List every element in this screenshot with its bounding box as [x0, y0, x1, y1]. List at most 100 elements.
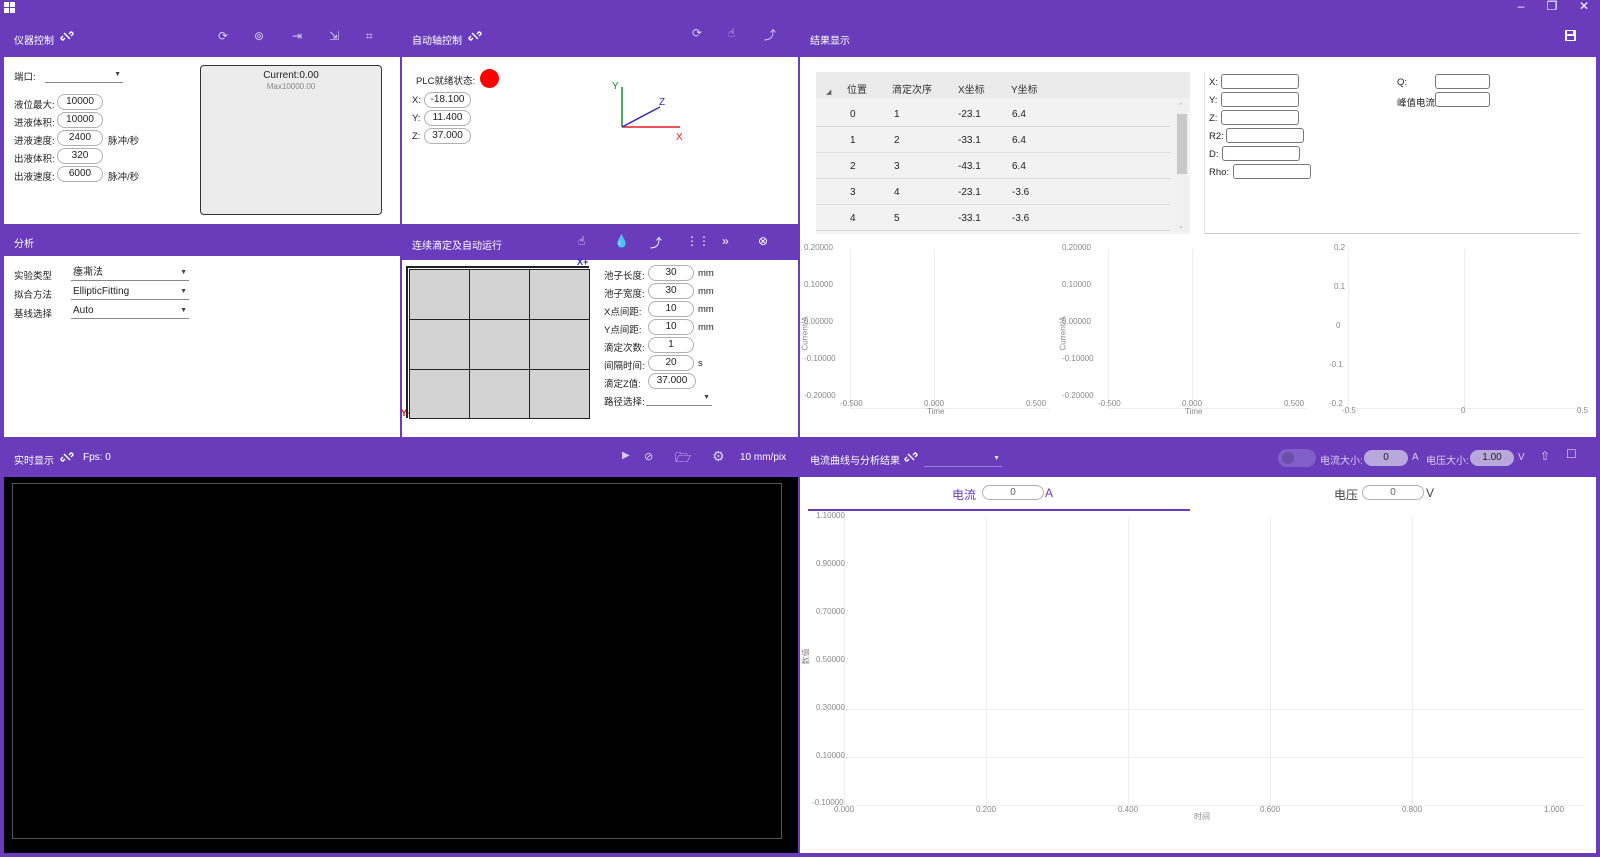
unlink-icon[interactable] — [60, 29, 74, 46]
home-icon[interactable]: ⟳ — [692, 26, 702, 40]
table-row[interactable]: 4 5 -33.1 -3.6 — [816, 205, 1171, 231]
column-header[interactable]: 滴定次序 — [892, 81, 932, 96]
x-spacing-input[interactable]: 10 — [648, 301, 694, 317]
camera-canvas[interactable] — [4, 477, 798, 853]
curve-select[interactable]: ▼ — [924, 451, 1002, 467]
column-header[interactable]: Y坐标 — [1011, 81, 1038, 96]
x-position-input[interactable]: -18.100 — [424, 92, 471, 108]
max-level-input[interactable]: 10000 — [57, 94, 103, 110]
app-grid-icon — [4, 2, 15, 13]
path-icon[interactable]: ⋮⋮ — [686, 234, 710, 248]
close-button[interactable]: ✕ — [1574, 0, 1594, 13]
unit-label: mm — [698, 268, 714, 279]
export-icon[interactable]: ⇲ — [329, 29, 339, 43]
checkbox-icon[interactable]: ☐ — [1566, 447, 1577, 461]
z-position-input[interactable]: 37.000 — [424, 128, 471, 144]
experiment-type-select[interactable]: 瘗凘法 ▼ — [71, 265, 189, 281]
current-level-text: Current:0.00 — [263, 70, 319, 81]
voltage-size-input[interactable]: 1.00 — [1470, 450, 1514, 466]
hand-icon[interactable]: ☝ — [728, 26, 735, 40]
play-icon[interactable]: ▶ — [622, 450, 630, 461]
table-row[interactable]: 1 2 -33.1 6.4 — [816, 127, 1171, 153]
y-spacing-input[interactable]: 10 — [648, 319, 694, 335]
inlet-volume-input[interactable]: 10000 — [57, 112, 103, 128]
result-x-field[interactable] — [1221, 74, 1299, 89]
plc-status-indicator — [480, 69, 499, 88]
pool-width-input[interactable]: 30 — [648, 283, 694, 299]
tab-current[interactable]: 电流 0 A — [808, 481, 1190, 511]
path-select[interactable]: ▼ — [646, 390, 712, 406]
pool-length-input[interactable]: 30 — [648, 265, 694, 281]
grid-cell[interactable] — [409, 319, 470, 370]
baseline-select[interactable]: Auto ▼ — [71, 303, 189, 319]
grid-cell[interactable] — [529, 369, 590, 419]
result-r2-field[interactable] — [1226, 128, 1304, 143]
table-scrollbar[interactable]: ⌃ ⌄ — [1176, 102, 1188, 232]
port-select[interactable]: ▼ — [45, 67, 123, 83]
unlink-icon[interactable] — [60, 450, 74, 467]
result-peak-current-field[interactable] — [1435, 92, 1490, 107]
settings-gear-icon[interactable]: ⚙ — [712, 448, 725, 465]
outlet-volume-input[interactable]: 320 — [57, 148, 103, 164]
folder-open-icon[interactable]: 🗁 — [675, 449, 691, 471]
scroll-up-icon[interactable]: ⌃ — [1178, 102, 1184, 110]
table-row[interactable]: 3 4 -23.1 -3.6 — [816, 179, 1171, 205]
voltage-value-field[interactable]: 0 — [1362, 485, 1424, 500]
titration-z-input[interactable]: 37.000 — [648, 373, 696, 389]
save-icon[interactable] — [1564, 29, 1577, 45]
connect-icon[interactable]: ⊚ — [254, 29, 264, 43]
current-value-field[interactable]: 0 — [982, 485, 1044, 500]
panel-header: 分析 — [4, 226, 400, 256]
grid-cell[interactable] — [469, 369, 530, 419]
result-d-field[interactable] — [1222, 146, 1300, 161]
tab-voltage[interactable]: 电压 0 V — [1190, 481, 1580, 511]
result-z-field[interactable] — [1221, 110, 1299, 125]
interval-input[interactable]: 20 — [648, 355, 694, 371]
upload-icon[interactable]: ⇧ — [1540, 449, 1550, 463]
tab-label: 电压 — [1334, 488, 1359, 502]
chevron-down-icon: ▼ — [180, 269, 187, 276]
minimize-button[interactable]: – — [1511, 0, 1531, 13]
table-row[interactable]: 2 3 -43.1 6.4 — [816, 153, 1171, 179]
mode-toggle[interactable] — [1278, 449, 1316, 467]
restore-button[interactable]: ❐ — [1542, 0, 1562, 13]
grid-cell[interactable] — [469, 269, 530, 320]
y-position-input[interactable]: 11.400 — [424, 110, 471, 126]
inlet-speed-input[interactable]: 2400 — [57, 130, 103, 146]
droplet-icon[interactable]: 💧 — [614, 234, 629, 248]
stop-circle-icon[interactable]: ⊗ — [758, 234, 768, 248]
table-row[interactable]: 0 1 -23.1 6.4 — [816, 101, 1171, 127]
scroll-thumb[interactable] — [1177, 114, 1187, 174]
grid-cell[interactable] — [409, 269, 470, 320]
outlet-speed-input[interactable]: 6000 — [57, 166, 103, 182]
fitting-method-select[interactable]: EllipticFitting ▼ — [71, 284, 189, 300]
path-label: 路径选择: — [604, 397, 645, 408]
liquid-level-display: Current:0.00 Max10000.00 — [200, 65, 382, 215]
lift-icon[interactable]: ⤴ — [650, 234, 662, 251]
results-panel: 结果显示 ◢ 位置 滴定次序 X坐标 Y坐标 0 1 -23.1 6.4 1 2… — [800, 19, 1596, 437]
result-label: Rho: — [1209, 167, 1230, 178]
run-forward-icon[interactable]: » — [722, 234, 729, 248]
result-rho-field[interactable] — [1233, 164, 1311, 179]
unlink-icon[interactable] — [468, 29, 482, 46]
reset-icon[interactable]: ⌗ — [366, 29, 373, 44]
result-y-field[interactable] — [1221, 92, 1299, 107]
result-q-field[interactable] — [1435, 74, 1490, 89]
unit-label: A — [1412, 452, 1419, 463]
camera-off-icon[interactable]: ⊘ — [644, 450, 653, 463]
grid-cell[interactable] — [469, 319, 530, 370]
current-size-input[interactable]: 0 — [1364, 450, 1408, 466]
titration-count-input[interactable]: 1 — [648, 337, 694, 353]
grid-cell[interactable] — [409, 369, 470, 419]
unlink-icon[interactable] — [904, 450, 918, 467]
hand-icon[interactable]: ☝ — [578, 234, 585, 248]
param-label: 出液体积: — [14, 154, 55, 165]
column-header[interactable]: X坐标 — [958, 81, 985, 96]
column-header[interactable]: 位置 — [847, 81, 867, 96]
scroll-down-icon[interactable]: ⌄ — [1178, 222, 1184, 230]
refresh-icon[interactable]: ⟳ — [218, 29, 228, 43]
import-icon[interactable]: ⇥ — [292, 29, 302, 43]
grid-cell[interactable] — [529, 319, 590, 370]
grid-cell[interactable] — [529, 269, 590, 320]
lift-icon[interactable]: ⤴ — [764, 26, 776, 43]
